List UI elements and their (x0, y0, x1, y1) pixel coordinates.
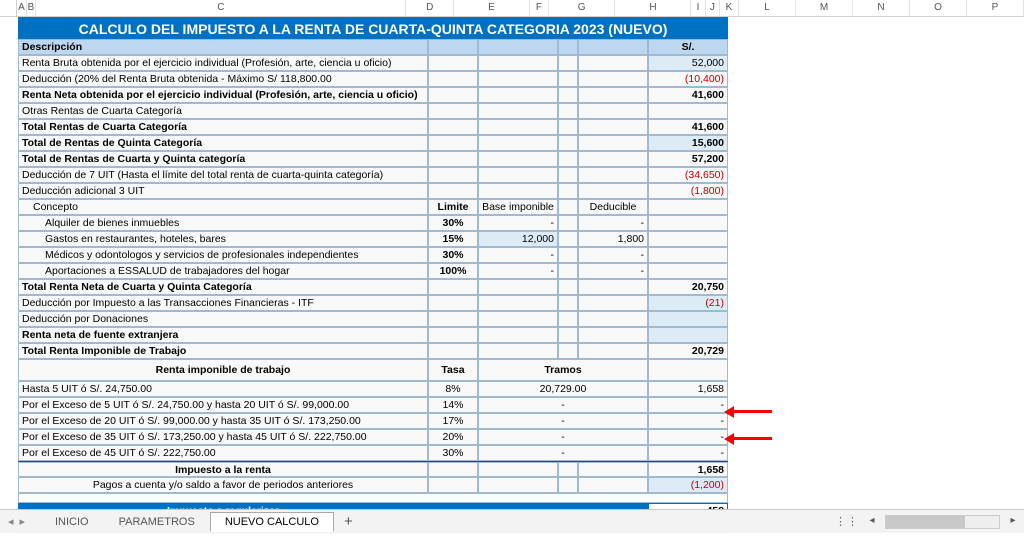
col-I[interactable]: I (691, 0, 705, 16)
table-row[interactable]: Deducción por Impuesto a las Transaccion… (18, 295, 728, 311)
col-A[interactable]: A (17, 0, 27, 16)
table-row[interactable]: Total Renta Neta de Cuarta y Quinta Cate… (18, 279, 728, 295)
tab-nav-prev-icon[interactable]: ◂ (8, 515, 14, 528)
col-M[interactable]: M (796, 0, 853, 16)
col-F[interactable]: F (530, 0, 549, 16)
table-row[interactable]: Deducción (20% del Renta Bruta obtenida … (18, 71, 728, 87)
tab-nuevo-calculo[interactable]: NUEVO CALCULO (210, 512, 334, 532)
scroll-thumb[interactable] (886, 516, 965, 528)
table-row[interactable]: Total de Rentas de Cuarta y Quinta categ… (18, 151, 728, 167)
table-row[interactable]: Total Rentas de Cuarta Categoría41,600 (18, 119, 728, 135)
impuesto-renta-label: Impuesto a la renta (18, 462, 428, 477)
table-row[interactable]: Total Renta Imponible de Trabajo20,729 (18, 343, 728, 359)
tax-bracket-row[interactable]: Por el Exceso de 20 UIT ó S/. 99,000.00 … (18, 413, 728, 429)
col-O[interactable]: O (910, 0, 967, 16)
header-soles: S/. (648, 39, 728, 55)
col-K[interactable]: K (720, 0, 739, 16)
table-row[interactable]: Renta Neta obtenida por el ejercicio ind… (18, 87, 728, 103)
tab-split-handle-icon[interactable]: ⋮⋮ (835, 517, 859, 527)
header-descripcion: Descripción (18, 39, 428, 55)
table-row[interactable]: Renta Bruta obtenida por el ejercicio in… (18, 55, 728, 71)
col-G[interactable]: G (549, 0, 615, 16)
impuesto-renta-value: 1,658 (648, 462, 728, 477)
col-B[interactable]: B (27, 0, 37, 16)
pagos-cuenta-value[interactable]: (1,200) (648, 477, 728, 493)
scroll-left-icon[interactable]: ◂ (865, 515, 879, 529)
concept-row[interactable]: Aportaciones a ESSALUD de trabajadores d… (18, 263, 728, 279)
tax-header-desc: Renta imponible de trabajo (18, 359, 428, 381)
scroll-right-icon[interactable]: ▸ (1006, 515, 1020, 529)
table-row[interactable]: Deducción adicional 3 UIT(1,800) (18, 183, 728, 199)
col-H[interactable]: H (615, 0, 691, 16)
concept-row[interactable]: Gastos en restaurantes, hoteles, bares15… (18, 231, 728, 247)
horizontal-scrollbar[interactable]: ⋮⋮ ◂ ▸ (835, 511, 1020, 533)
col-N[interactable]: N (853, 0, 910, 16)
tab-parametros[interactable]: PARAMETROS (104, 512, 210, 532)
concept-ded-header: Deducible (578, 199, 648, 215)
table-row[interactable]: Renta neta de fuente extranjera (18, 327, 728, 343)
concept-header: Concepto (18, 199, 428, 215)
concept-row[interactable]: Médicos y odontologos y servicios de pro… (18, 247, 728, 263)
tax-bracket-row[interactable]: Hasta 5 UIT ó S/. 24,750.008%20,729.001,… (18, 381, 728, 397)
concept-base-header: Base imponible (478, 199, 558, 215)
tab-inicio[interactable]: INICIO (40, 512, 104, 532)
tax-bracket-row[interactable]: Por el Exceso de 35 UIT ó S/. 173,250.00… (18, 429, 728, 445)
concept-limite-header: Limite (428, 199, 478, 215)
tax-bracket-row[interactable]: Por el Exceso de 5 UIT ó S/. 24,750.00 y… (18, 397, 728, 413)
column-header-row: A B C D E F G H I J K L M N O P (0, 0, 1024, 17)
arrow-annotation-2 (732, 437, 772, 440)
tax-bracket-row[interactable]: Por el Exceso de 45 UIT ó S/. 222,750.00… (18, 445, 728, 461)
tab-nav-next-icon[interactable]: ▸ (20, 515, 26, 528)
col-E[interactable]: E (454, 0, 530, 16)
table-row[interactable]: Otras Rentas de Cuarta Categoría (18, 103, 728, 119)
calculation-table: CALCULO DEL IMPUESTO A LA RENTA DE CUART… (18, 17, 728, 534)
col-C[interactable]: C (36, 0, 406, 16)
table-row[interactable]: Total de Rentas de Quinta Categoría15,60… (18, 135, 728, 151)
table-row[interactable]: Deducción de 7 UIT (Hasta el límite del … (18, 167, 728, 183)
row-gutter (0, 17, 18, 534)
table-row[interactable]: Deducción por Donaciones (18, 311, 728, 327)
col-D[interactable]: D (406, 0, 454, 16)
tax-header-tasa: Tasa (428, 359, 478, 381)
table-title: CALCULO DEL IMPUESTO A LA RENTA DE CUART… (18, 17, 728, 39)
add-sheet-button[interactable]: + (334, 513, 363, 530)
tax-header-tramos: Tramos (478, 359, 648, 381)
pagos-cuenta-label: Pagos a cuenta y/o saldo a favor de peri… (18, 477, 428, 493)
col-L[interactable]: L (739, 0, 796, 16)
concept-row[interactable]: Alquiler de bienes inmuebles30%-- (18, 215, 728, 231)
col-J[interactable]: J (706, 0, 720, 16)
arrow-annotation-1 (732, 410, 772, 413)
col-P[interactable]: P (967, 0, 1024, 16)
